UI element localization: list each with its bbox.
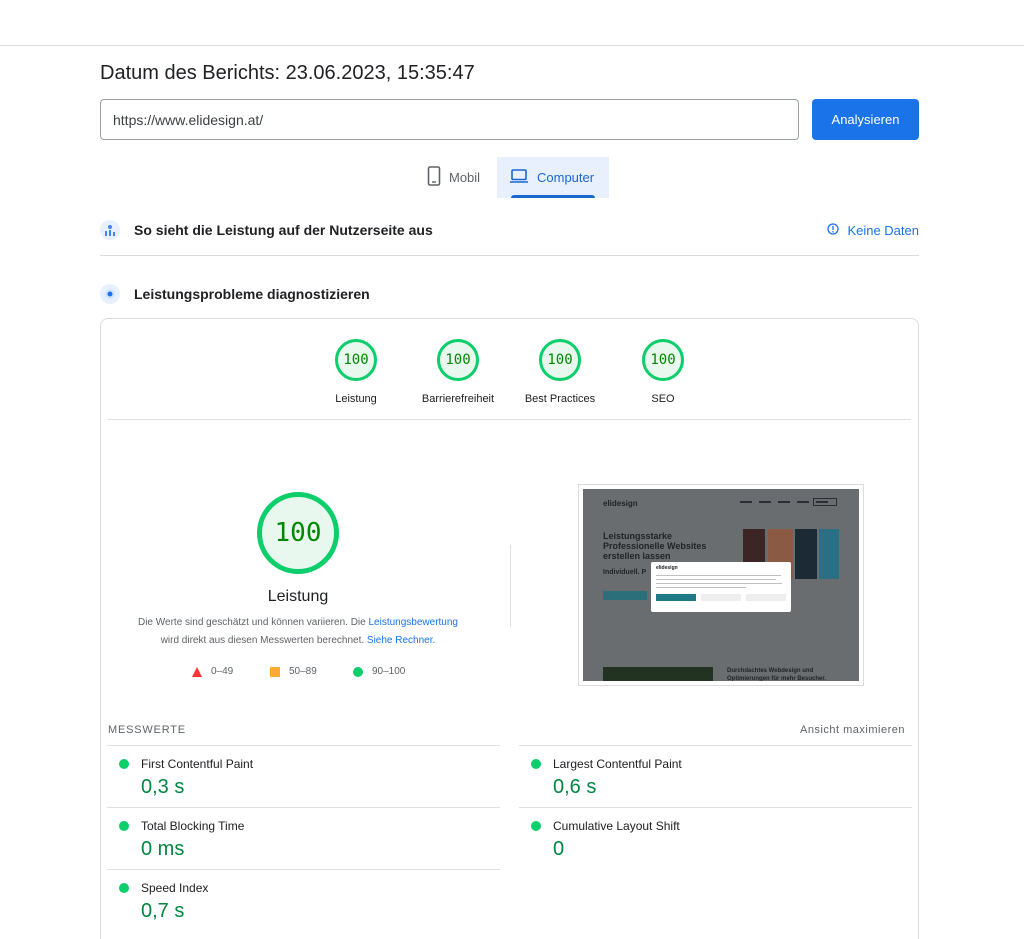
expand-view-toggle[interactable]: Ansicht maximieren [800,724,905,736]
gauge-performance[interactable]: 100 Leistung [311,339,401,405]
analyze-button[interactable]: Analysieren [812,99,919,140]
metric-name: Largest Contentful Paint [553,757,682,771]
no-data-label: Keine Daten [847,223,919,238]
pass-status-icon [119,883,129,893]
metric-name: Total Blocking Time [141,819,245,833]
performance-score-gauge: 100 [257,492,339,574]
calculator-link[interactable]: Siehe Rechner. [367,635,435,646]
top-bar [0,0,1024,46]
users-chart-icon [100,220,120,240]
laptop-icon [509,169,529,186]
preview-image [819,529,839,579]
report-date: Datum des Berichts: 23.06.2023, 15:35:47 [100,62,475,84]
gauge-label: Barrierefreiheit [421,393,495,405]
metric-value: 0,7 s [141,900,185,922]
tab-mobile[interactable]: Mobil [415,157,497,198]
gauge-label: SEO [651,393,675,405]
selected-tab-indicator [511,195,595,198]
gauge-best-practices[interactable]: 100 Best Practices [515,339,605,405]
field-data-title: So sieht die Leistung auf der Nutzerseit… [134,222,433,238]
preview-bottom-text: Durchdachtes Webdesign und Optimierungen… [727,668,827,681]
preview-nav-button [813,498,837,506]
gauge-seo[interactable]: 100 SEO [618,339,708,405]
lab-data-title: Leistungsprobleme diagnostizieren [134,286,370,302]
preview-image [795,529,817,579]
screenshot-preview: elidesign Leistungsstarke Professionelle… [583,489,859,681]
pass-status-icon [531,759,541,769]
preview-modal-logo: elidesign [656,565,678,571]
tab-computer-label: Computer [537,170,595,185]
pass-status-icon [119,821,129,831]
metric-fcp: First Contentful Paint 0,3 s [107,745,500,808]
info-icon [827,223,840,238]
url-input[interactable] [100,99,799,140]
metric-value: 0,3 s [141,776,185,798]
preview-logo: elidesign [603,499,638,508]
performance-label: Leistung [267,588,329,605]
tab-mobile-label: Mobil [449,170,481,185]
legend-pass: 90–100 [353,666,405,677]
gauge-label: Best Practices [524,393,596,405]
pass-status-icon [119,759,129,769]
metric-name: Cumulative Layout Shift [553,819,680,833]
metric-name: First Contentful Paint [141,757,254,771]
section-divider [100,255,919,256]
metric-value: 0 ms [141,838,185,860]
legend-range: 0–49 [211,666,234,677]
metric-name: Speed Index [141,881,209,895]
metric-speed-index: Speed Index 0,7 s [107,869,500,932]
performance-score-link[interactable]: Leistungsbewertung [368,617,458,628]
legend-average: 50–89 [270,666,317,677]
metric-lcp: Largest Contentful Paint 0,6 s [519,745,912,808]
metric-value: 0 [553,838,565,860]
disclaimer-text-1: Die Werte sind geschätzt und können vari… [137,617,369,628]
lab-data-section-header: Leistungsprobleme diagnostizieren [100,283,919,305]
gauge-score: 100 [642,339,684,381]
vertical-divider [510,545,511,627]
gauge-score: 100 [539,339,581,381]
gauge-label: Leistung [335,393,377,405]
gauges-divider [108,419,911,420]
metric-value: 0,6 s [553,776,597,798]
final-screenshot[interactable]: elidesign Leistungsstarke Professionelle… [578,484,864,686]
tab-computer[interactable]: Computer [497,157,609,198]
no-data-link[interactable]: Keine Daten [827,223,919,238]
triangle-icon [192,666,202,677]
gauge-score: 100 [335,339,377,381]
metric-tbt: Total Blocking Time 0 ms [107,807,500,870]
preview-subline: Individuell. P [603,569,647,576]
field-data-section-header: So sieht die Leistung auf der Nutzerseit… [100,219,919,241]
preview-headline: Leistungsstarke Professionelle Websites … [603,531,707,561]
performance-disclaimer: Die Werte sind geschätzt und können vari… [118,614,478,650]
pass-status-icon [531,821,541,831]
gauge-score: 100 [437,339,479,381]
gauge-accessibility[interactable]: 100 Barrierefreiheit [413,339,503,405]
disclaimer-text-2: wird direkt aus diesen Messwerten berech… [160,635,367,646]
preview-image [603,667,713,681]
phone-icon [427,166,441,189]
legend-range: 50–89 [289,666,317,677]
preview-cookie-modal: elidesign [651,562,791,612]
square-icon [270,666,280,677]
lab-target-icon [100,284,120,304]
legend-range: 90–100 [372,666,406,677]
circle-icon [353,666,363,677]
metric-cls: Cumulative Layout Shift 0 [519,807,912,870]
preview-cta [603,591,647,600]
legend-fail: 0–49 [192,666,233,677]
metrics-heading: MESSWERTE [108,724,186,736]
